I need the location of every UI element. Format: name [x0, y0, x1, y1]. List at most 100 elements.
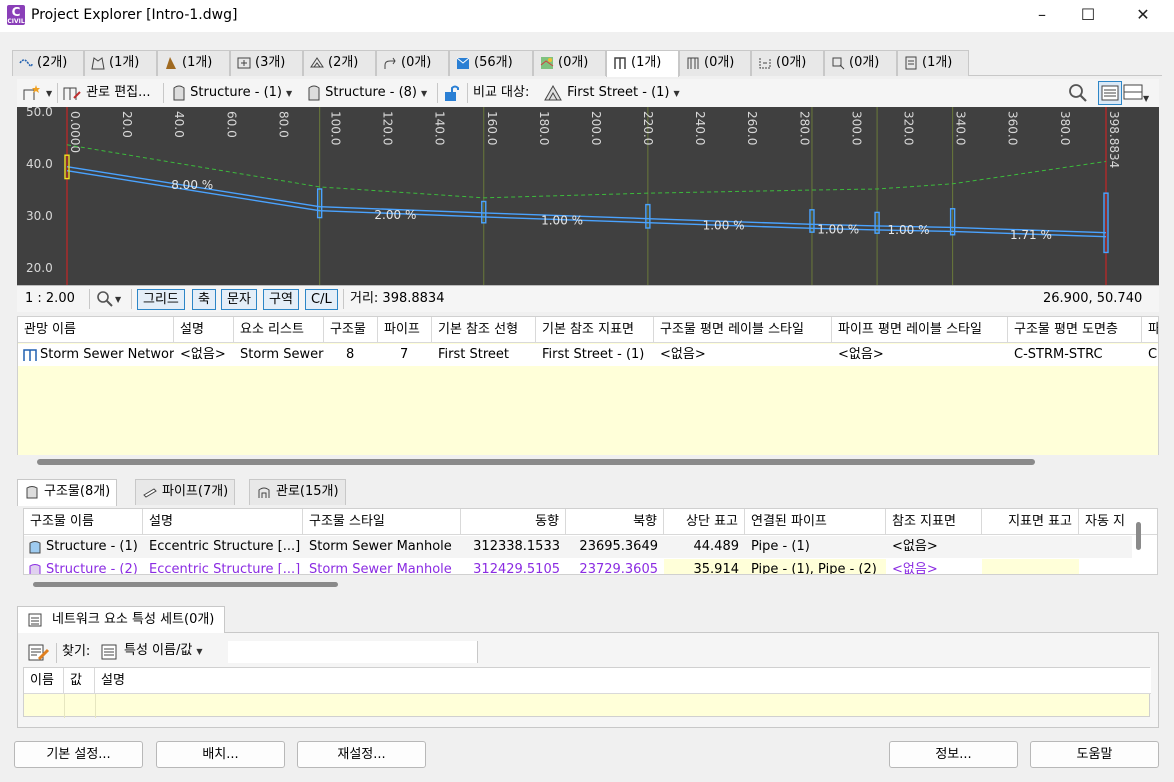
cell: Pipe - (1), Pipe - (2) — [745, 559, 886, 574]
table-row[interactable]: Structure - (2) Eccentric Structure [...… — [24, 559, 1132, 575]
compare-surface-dropdown[interactable]: First Street - (1) ▼ — [543, 83, 680, 103]
help-button[interactable]: 도움말 — [1030, 741, 1159, 768]
col-header[interactable]: 설명 — [174, 317, 234, 343]
scrollbar-thumb[interactable] — [33, 582, 338, 587]
tab-sites[interactable]: (1개) — [84, 50, 157, 76]
lock-button[interactable] — [443, 83, 461, 103]
cell: C — [1148, 347, 1158, 362]
tab-label: (0개) — [704, 55, 735, 70]
info-button[interactable]: 정보... — [889, 741, 1018, 768]
separator — [89, 289, 90, 309]
tab-sample-lines[interactable]: (0개) — [824, 50, 897, 76]
col-header[interactable]: 연결된 파이프 — [745, 509, 886, 535]
col-header[interactable]: 이름 — [24, 668, 64, 694]
elevation-label: 50.0 — [26, 107, 53, 119]
window-title: Project Explorer [Intro-1.dwg] — [31, 7, 238, 23]
layout-button[interactable]: 배치... — [156, 741, 285, 768]
minimize-button[interactable]: – — [1019, 0, 1065, 32]
scrollbar-thumb[interactable] — [37, 459, 1035, 465]
cell: 35.914 — [664, 559, 745, 574]
station-label: 140.0 — [433, 111, 447, 145]
find-input[interactable] — [228, 641, 478, 663]
tab-label: 구조물(8개) — [44, 484, 111, 499]
tab-pipes[interactable]: 파이프(7개) — [135, 479, 236, 505]
tab-assemblies[interactable]: (3개) — [230, 50, 303, 76]
layout-view-dropdown[interactable]: ▼ — [1123, 83, 1149, 103]
property-set-icon — [28, 613, 42, 627]
col-header[interactable]: 상단 표고 — [664, 509, 745, 535]
col-header[interactable]: 구조물 — [324, 317, 378, 343]
col-header[interactable]: 파 — [1142, 317, 1158, 343]
col-header[interactable]: 값 — [64, 668, 95, 694]
cell: <없음> — [180, 347, 226, 362]
tab-documents[interactable]: (1개) — [897, 50, 969, 76]
alignment-icon — [19, 59, 33, 67]
edit-property-sets-button[interactable] — [27, 641, 51, 667]
pressure-pipe-icon — [384, 57, 396, 69]
col-header[interactable]: 파이프 — [378, 317, 432, 343]
tab-feature-lines[interactable]: (0개) — [751, 50, 824, 76]
cell: 8 — [346, 347, 355, 362]
end-structure-dropdown[interactable]: Structure - (8) ▼ — [307, 83, 427, 103]
toggle-axis[interactable]: 축 — [192, 289, 216, 310]
col-header[interactable]: 기본 참조 지표면 — [536, 317, 654, 343]
station-label: 180.0 — [537, 111, 551, 145]
station-label: 0.0000 — [68, 111, 82, 153]
tab-label: (1개) — [922, 55, 953, 70]
list-view-button[interactable] — [1098, 81, 1122, 105]
scrollbar-thumb[interactable] — [1136, 522, 1141, 550]
cell: Structure - (2) — [46, 562, 138, 575]
toggle-text[interactable]: 문자 — [221, 289, 257, 310]
profile-view[interactable]: 50.0 40.0 30.0 20.0 0.0000 20.0 40.0 60.0 80.0 10… — [17, 107, 1159, 285]
tab-maps[interactable]: (0개) — [533, 50, 606, 76]
zoom-button[interactable] — [1068, 83, 1088, 103]
tab-conduits[interactable]: 관로(15개) — [249, 479, 346, 505]
tab-profiles[interactable]: (1개) — [157, 50, 230, 76]
cell: Eccentric Structure [...] — [149, 539, 301, 554]
maximize-button[interactable]: ☐ — [1065, 0, 1111, 32]
table-row[interactable]: Storm Sewer Network <없음> Storm Sewer 8 7… — [18, 344, 1158, 366]
col-header[interactable]: 파이프 평면 레이블 스타일 — [832, 317, 1008, 343]
toggle-centerline[interactable]: C/L — [305, 289, 338, 310]
col-header[interactable]: 기본 참조 선형 — [432, 317, 536, 343]
toggle-grid[interactable]: 그리드 — [137, 289, 185, 310]
tab-parcels[interactable]: (56개) — [449, 50, 533, 76]
col-header[interactable]: 설명 — [143, 509, 303, 535]
col-header[interactable]: 자동 지 — [1079, 509, 1157, 535]
col-header[interactable]: 동향 — [461, 509, 566, 535]
tab-pressure-pipes[interactable]: (0개) — [376, 50, 449, 76]
close-button[interactable]: ✕ — [1120, 0, 1166, 32]
horizontal-scrollbar[interactable] — [17, 455, 1159, 469]
tab-pipe-networks-2[interactable]: (0개) — [679, 50, 751, 76]
pipe-icon — [143, 488, 157, 498]
vertical-scrollbar[interactable] — [1131, 520, 1145, 570]
tab-pipe-networks[interactable]: (1개) — [606, 50, 679, 77]
tab-surfaces[interactable]: (2개) — [303, 50, 376, 76]
col-header[interactable]: 구조물 스타일 — [303, 509, 461, 535]
col-header[interactable]: 북향 — [566, 509, 664, 535]
network-tools-dropdown[interactable]: ▼ — [22, 83, 52, 103]
col-header[interactable]: 요소 리스트 — [234, 317, 324, 343]
col-header[interactable]: 참조 지표면 — [886, 509, 982, 535]
document-icon — [905, 56, 917, 70]
horizontal-scrollbar[interactable] — [23, 578, 1158, 592]
col-header[interactable]: 구조물 평면 레이블 스타일 — [654, 317, 832, 343]
reset-button[interactable]: 재설정... — [297, 741, 426, 768]
toggle-region[interactable]: 구역 — [263, 289, 299, 310]
tab-alignments[interactable]: (2개) — [12, 50, 84, 76]
col-header[interactable]: 구조물 이름 — [24, 509, 143, 535]
tab-property-sets[interactable]: 네트워크 요소 특성 세트(0개) — [17, 606, 226, 633]
start-structure-dropdown[interactable]: Structure - (1) ▼ — [172, 83, 292, 103]
col-header[interactable]: 구조물 평면 도면층 — [1008, 317, 1142, 343]
table-row[interactable]: Structure - (1) Eccentric Structure [...… — [24, 536, 1132, 558]
edit-network-button[interactable]: 관로 편집... — [62, 83, 151, 103]
structure-icon — [308, 85, 320, 100]
tab-structures[interactable]: 구조물(8개) — [17, 479, 118, 506]
find-mode-dropdown[interactable]: 특성 이름/값 ▼ — [98, 641, 228, 663]
cell: Structure - (1) — [46, 539, 138, 554]
col-header[interactable]: 설명 — [95, 668, 1151, 694]
basic-settings-button[interactable]: 기본 설정... — [14, 741, 143, 768]
col-header[interactable]: 관망 이름 — [18, 317, 174, 343]
zoom-dropdown[interactable]: ▼ — [96, 289, 121, 309]
col-header[interactable]: 지표면 표고 — [982, 509, 1079, 535]
